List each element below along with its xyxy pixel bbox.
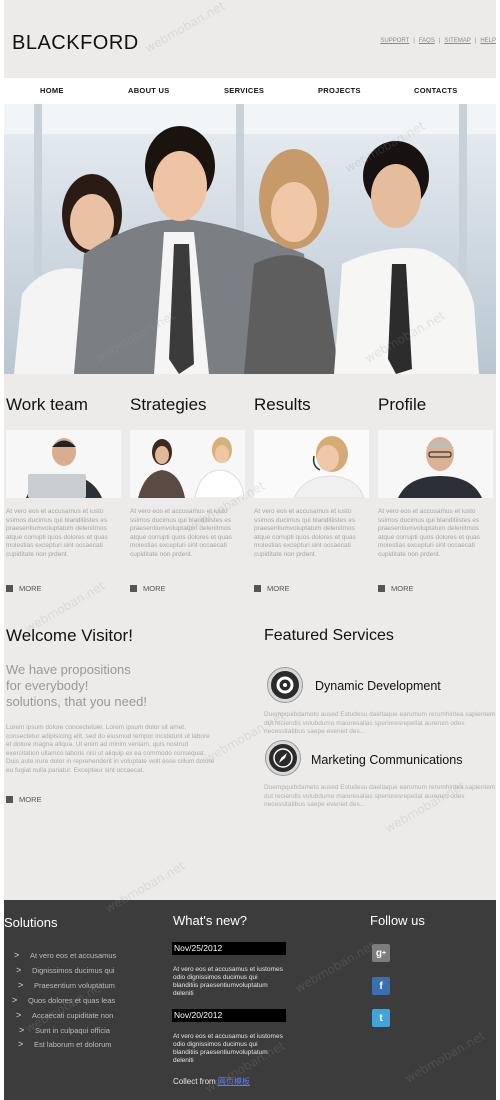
page: BLACKFORD SUPPORT | FAQS | SITEMAP | HELP HOME… — [4, 0, 496, 1100]
square-icon — [378, 585, 385, 592]
nav-about-us[interactable]: ABOUT US — [128, 86, 170, 95]
more-label: MORE — [143, 584, 166, 593]
square-icon — [130, 585, 137, 592]
news-text[interactable]: At vero eos et accusamus et iustomes odi… — [173, 1033, 283, 1065]
feature-image — [254, 430, 369, 498]
compass-icon — [266, 741, 300, 775]
site-logo[interactable]: BLACKFORD — [12, 32, 139, 55]
solutions-link[interactable]: > Praesentium voluptatum — [18, 980, 115, 990]
team-photo — [4, 104, 496, 374]
featured-services-title: Featured Services — [264, 627, 394, 644]
nav-projects[interactable]: PROJECTS — [318, 86, 361, 95]
faqs-link[interactable]: FAQS — [419, 38, 435, 44]
feature-profile: Profile At vero eos et accusamus et iust… — [378, 395, 493, 593]
service-name[interactable]: Dynamic Development — [315, 679, 441, 693]
chevron-right-icon: > — [14, 950, 20, 960]
nav-home[interactable]: HOME — [40, 86, 64, 95]
welcome-more-link[interactable]: MORE — [6, 795, 42, 804]
solutions-label: Accaecati cupiditate non — [32, 1011, 114, 1020]
support-link[interactable]: SUPPORT — [380, 38, 409, 44]
service-text: Duempquibdameto aused Estudesu daeltaque… — [264, 784, 496, 808]
solutions-label: Quos dolores et quas leas — [28, 996, 116, 1005]
more-link[interactable]: MORE — [378, 584, 414, 593]
solutions-heading: Solutions — [4, 915, 58, 930]
more-label: MORE — [19, 584, 42, 593]
more-link[interactable]: MORE — [6, 584, 42, 593]
solutions-link[interactable]: > Dignissimos ducimus qui — [16, 965, 115, 975]
welcome-lead: We have propositions for everybody! solu… — [6, 662, 196, 710]
service-text: Duempquibdamoto aused Estudesu daeltaque… — [264, 711, 496, 735]
chevron-right-icon: > — [16, 965, 22, 975]
news-date: Nov/20/2012 — [172, 1009, 286, 1022]
solutions-link[interactable]: > Quos dolores et quas leas — [12, 995, 116, 1005]
feature-text: At vero eos et accusamus et iusto ssimos… — [130, 508, 232, 558]
solutions-link[interactable]: > At vero eos et accusamus — [14, 950, 117, 960]
more-label: MORE — [19, 795, 42, 804]
more-label: MORE — [391, 584, 414, 593]
target-icon — [268, 668, 302, 702]
collect-label: Collect from — [173, 1077, 216, 1086]
feature-title: Profile — [378, 395, 427, 414]
service-name[interactable]: Marketing Communications — [311, 753, 462, 767]
welcome-text: Lorem ipsum dolore concectetuer. Lorem i… — [6, 724, 215, 774]
feature-title: Work team — [6, 395, 88, 414]
solutions-label: Est laborum et dolorum — [34, 1040, 112, 1049]
more-label: MORE — [267, 584, 290, 593]
twitter-icon[interactable]: t — [372, 1009, 390, 1027]
news-text[interactable]: At vero eos et accusamus et iustomes odi… — [173, 966, 283, 998]
more-link[interactable]: MORE — [130, 584, 166, 593]
feature-results: Results At vero eos et accusamus et iust… — [254, 395, 369, 593]
follow-us-heading: Follow us — [370, 913, 425, 928]
feature-text: At vero eos et accusamus et iusto ssimos… — [254, 508, 356, 558]
solutions-label: Dignissimos ducimus qui — [32, 966, 115, 975]
top-links: SUPPORT | FAQS | SITEMAP | HELP — [380, 38, 496, 44]
solutions-link[interactable]: > Accaecati cupiditate non — [16, 1010, 114, 1020]
delicious-icon[interactable]: f — [372, 977, 390, 995]
chevron-right-icon: > — [16, 1010, 22, 1020]
nav-contacts[interactable]: CONTACTS — [414, 86, 458, 95]
square-icon — [6, 585, 13, 592]
lead-line: for everybody! — [6, 678, 89, 693]
chevron-right-icon: > — [12, 995, 18, 1005]
feature-image — [6, 430, 121, 498]
more-link[interactable]: MORE — [254, 584, 290, 593]
hero-image — [4, 104, 496, 374]
solutions-link[interactable]: > Sunt in culpaqui officia — [19, 1025, 110, 1035]
main-nav: HOME ABOUT US SERVICES PROJECTS CONTACTS — [4, 78, 496, 104]
news-date: Nov/25/2012 — [172, 942, 286, 955]
feature-text: At vero eos et accusamus et iusto ssimos… — [378, 508, 480, 558]
welcome-title: Welcome Visitor! — [6, 626, 133, 645]
chevron-right-icon: > — [18, 980, 24, 990]
help-link[interactable]: HELP — [480, 38, 496, 44]
feature-work-team: Work team At vero eos et accusamus et iu… — [6, 395, 121, 593]
nav-services[interactable]: SERVICES — [224, 86, 264, 95]
sitemap-link[interactable]: SITEMAP — [444, 38, 470, 44]
solutions-label: At vero eos et accusamus — [30, 951, 117, 960]
lead-line: We have propositions — [6, 662, 131, 677]
feature-image — [378, 430, 493, 498]
feature-strategies: Strategies At vero eos et accusamus et i… — [130, 395, 245, 593]
whats-new-heading: What's new? — [173, 913, 248, 928]
collect-link[interactable]: 网页模板 — [218, 1077, 250, 1086]
square-icon — [254, 585, 261, 592]
feature-text: At vero eos et accusamus et iusto ssimos… — [6, 508, 108, 558]
collect-from: Collect from 网页模板 — [173, 1076, 250, 1087]
chevron-right-icon: > — [19, 1025, 25, 1035]
google-plus-icon[interactable]: g + — [372, 944, 390, 962]
lead-line: solutions, that you need! — [6, 694, 147, 709]
chevron-right-icon: > — [18, 1039, 24, 1049]
solutions-label: Sunt in culpaqui officia — [35, 1026, 110, 1035]
feature-image — [130, 430, 245, 498]
feature-title: Strategies — [130, 395, 207, 414]
solutions-link[interactable]: > Est laborum et dolorum — [18, 1039, 112, 1049]
solutions-label: Praesentium voluptatum — [34, 981, 115, 990]
square-icon — [6, 796, 13, 803]
feature-title: Results — [254, 395, 311, 414]
